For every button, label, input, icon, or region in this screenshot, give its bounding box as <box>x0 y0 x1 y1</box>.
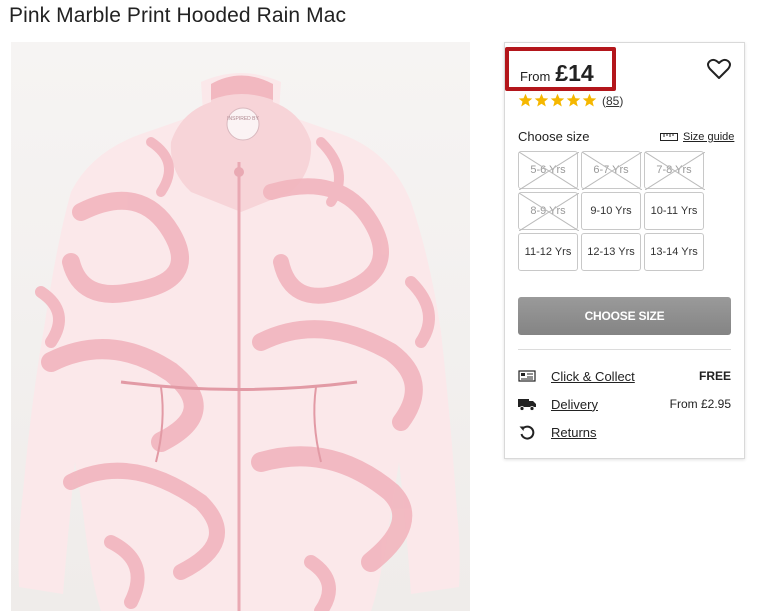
service-returns: Returns <box>518 422 731 442</box>
size-option-label: 13-14 Yrs <box>650 246 698 258</box>
size-option-label: 12-13 Yrs <box>587 246 635 258</box>
product-image[interactable]: INSPIRED BY <box>11 42 470 611</box>
wishlist-heart-icon[interactable] <box>707 58 731 80</box>
service-click-collect: Click & Collect FREE <box>518 366 731 386</box>
price-from-label: From <box>520 69 551 84</box>
size-selector: 5-6 Yrs 6-7 Yrs 7-8 Yrs 8-9 Yrs 9-10 Yrs… <box>518 151 705 271</box>
review-count-link[interactable]: 85 <box>606 94 619 108</box>
size-option-label: 9-10 Yrs <box>590 205 632 217</box>
returns-link[interactable]: Returns <box>551 425 597 440</box>
choose-size-label: Choose size <box>518 129 590 144</box>
delivery-price: From £2.95 <box>669 397 731 411</box>
product-title: Pink Marble Print Hooded Rain Mac <box>9 4 347 27</box>
ruler-icon <box>660 133 678 141</box>
star-icon <box>534 93 549 107</box>
size-option[interactable]: 11-12 Yrs <box>518 233 578 271</box>
product-rating[interactable]: (85) <box>518 93 623 108</box>
delivery-link[interactable]: Delivery <box>551 397 598 412</box>
size-option[interactable]: 10-11 Yrs <box>644 192 704 230</box>
jacket-brand-tag: INSPIRED BY <box>227 116 259 122</box>
click-collect-icon <box>518 368 536 384</box>
star-icon <box>550 93 565 107</box>
star-icon <box>518 93 533 107</box>
delivery-truck-icon <box>518 396 536 412</box>
click-collect-price: FREE <box>698 369 731 383</box>
size-option-label: 10-11 Yrs <box>650 205 698 217</box>
returns-icon <box>518 424 536 440</box>
size-option-label: 11-12 Yrs <box>524 246 572 258</box>
star-icon <box>582 93 597 107</box>
size-guide-label: Size guide <box>683 131 735 143</box>
size-guide-link[interactable]: Size guide <box>660 131 734 143</box>
size-option[interactable]: 9-10 Yrs <box>581 192 641 230</box>
size-option[interactable]: 8-9 Yrs <box>518 192 579 231</box>
rating-stars <box>518 93 597 108</box>
divider <box>518 349 731 350</box>
product-purchase-panel: From £14 (85) Choose size Size guide 9-1… <box>504 42 745 459</box>
size-option[interactable]: 5-6 Yrs <box>518 151 579 190</box>
size-option[interactable]: 12-13 Yrs <box>581 233 641 271</box>
price-highlight: From £14 <box>505 47 616 91</box>
service-delivery: Delivery From £2.95 <box>518 394 731 414</box>
size-option[interactable]: 13-14 Yrs <box>644 233 704 271</box>
click-collect-link[interactable]: Click & Collect <box>551 369 635 384</box>
size-option[interactable]: 6-7 Yrs <box>581 151 642 190</box>
star-icon <box>566 93 581 107</box>
choose-size-button[interactable]: CHOOSE SIZE <box>518 297 731 335</box>
size-option[interactable]: 7-8 Yrs <box>644 151 705 190</box>
price-value: £14 <box>555 60 594 86</box>
